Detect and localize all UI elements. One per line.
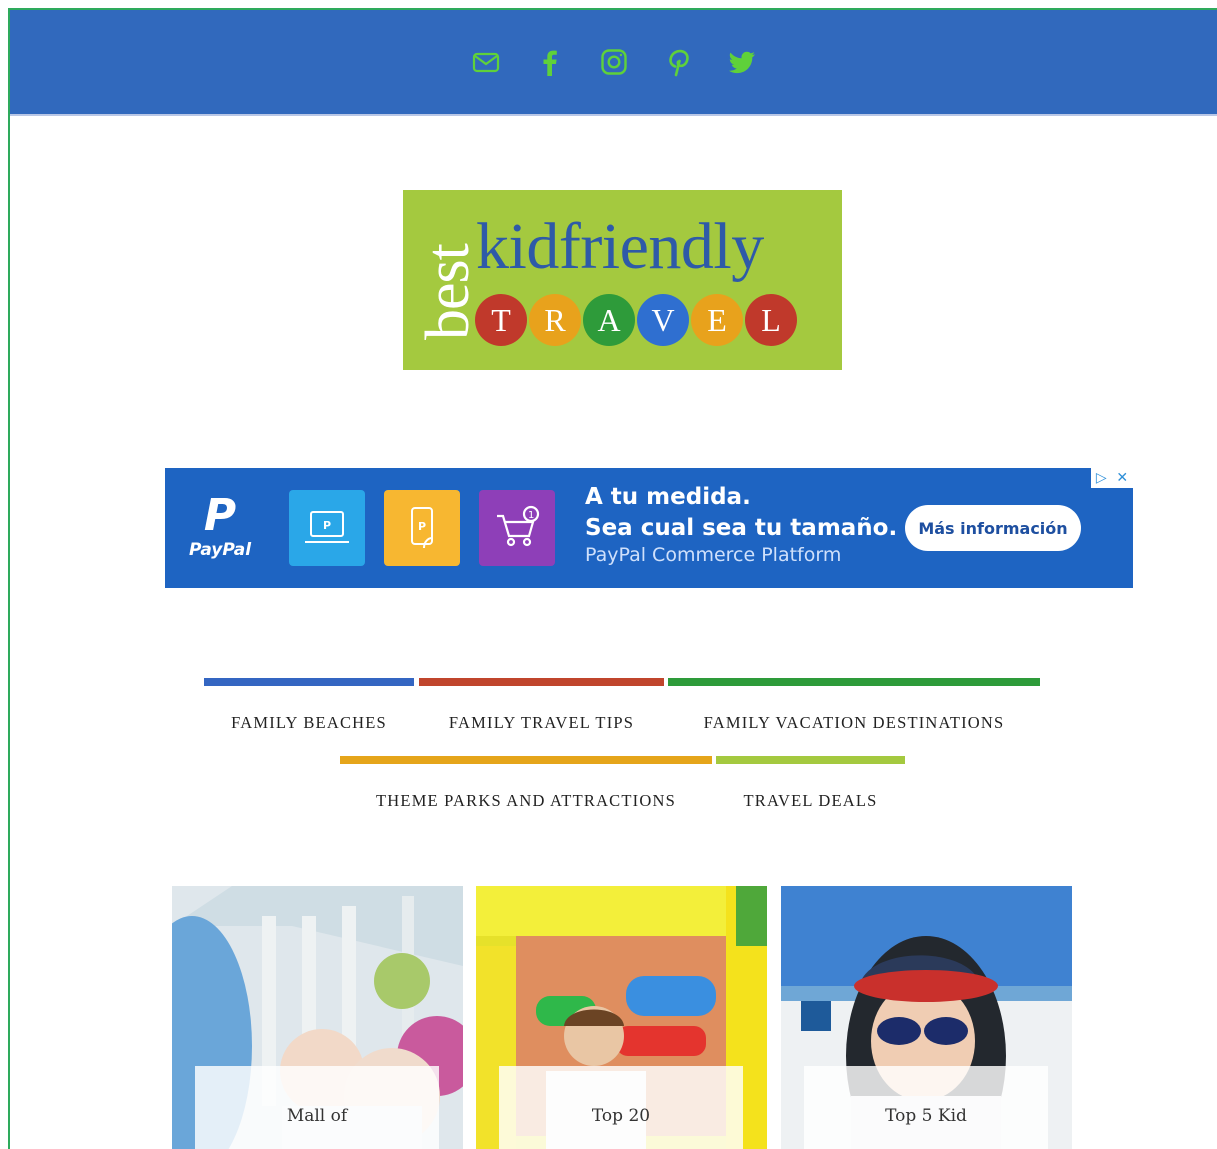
ad-subline: PayPal Commerce Platform bbox=[585, 544, 842, 566]
post-card-title: Mall of bbox=[195, 1066, 439, 1149]
post-card-title: Top 20 bbox=[499, 1066, 743, 1149]
mail-icon[interactable] bbox=[469, 45, 503, 79]
nav-color-bar bbox=[668, 678, 1040, 686]
nav-item-family-beaches[interactable]: FAMILY BEACHES bbox=[204, 678, 414, 733]
paypal-logo: P PayPal bbox=[185, 490, 255, 561]
logo-travel-circles: TRAVEL bbox=[475, 294, 797, 346]
page-frame-left bbox=[8, 8, 10, 1149]
logo-letter-t: T bbox=[475, 294, 527, 346]
adchoices-close-icon[interactable]: ✕ bbox=[1116, 471, 1128, 485]
nav-color-bar bbox=[340, 756, 712, 764]
social-bar bbox=[10, 10, 1217, 114]
nav-item-label: FAMILY TRAVEL TIPS bbox=[448, 713, 635, 732]
nav-item-label: FAMILY VACATION DESTINATIONS bbox=[703, 713, 1005, 732]
adchoices-play-icon[interactable]: ▷ bbox=[1096, 471, 1107, 485]
ad-headline: A tu medida. Sea cual sea tu tamaño. bbox=[585, 482, 897, 544]
svg-text:P: P bbox=[418, 520, 426, 533]
twitter-icon[interactable] bbox=[725, 45, 759, 79]
phone-icon: P bbox=[384, 490, 460, 566]
instagram-icon[interactable] bbox=[597, 45, 631, 79]
post-card[interactable]: Top 5 Kid bbox=[781, 886, 1072, 1149]
nav-color-bar bbox=[204, 678, 414, 686]
ad-headline-line2: Sea cual sea tu tamaño. bbox=[585, 515, 898, 541]
logo-letter-l: L bbox=[745, 294, 797, 346]
nav-item-label: FAMILY BEACHES bbox=[231, 713, 387, 732]
nav-item-family-vacation-destinations[interactable]: FAMILY VACATION DESTINATIONS bbox=[668, 678, 1040, 733]
logo-letter-e: E bbox=[691, 294, 743, 346]
post-card[interactable]: Top 20 bbox=[476, 886, 767, 1149]
shopping-cart-icon: 1 bbox=[479, 490, 555, 566]
logo-letter-a: A bbox=[583, 294, 635, 346]
nav-item-label: THEME PARKS AND ATTRACTIONS bbox=[376, 791, 676, 810]
nav-item-travel-deals[interactable]: TRAVEL DEALS bbox=[716, 756, 905, 811]
logo-best-text: best bbox=[414, 244, 482, 340]
logo-kidfriendly-text: kidfriendly bbox=[476, 210, 764, 283]
nav-color-bar bbox=[419, 678, 664, 686]
paypal-ad-banner[interactable]: P PayPal P P 1 A tu medida. Sea cual sea… bbox=[165, 468, 1133, 588]
header-divider bbox=[10, 114, 1217, 116]
ad-cta-button[interactable]: Más información bbox=[905, 505, 1081, 551]
svg-text:1: 1 bbox=[528, 510, 534, 521]
pinterest-icon[interactable] bbox=[661, 45, 695, 79]
nav-color-bar bbox=[716, 756, 905, 764]
nav-item-theme-parks[interactable]: THEME PARKS AND ATTRACTIONS bbox=[340, 756, 712, 811]
svg-text:P: P bbox=[323, 519, 331, 532]
adchoices-badge[interactable]: ▷ ✕ bbox=[1091, 468, 1133, 488]
post-card[interactable]: Mall of bbox=[172, 886, 463, 1149]
nav-item-label: TRAVEL DEALS bbox=[743, 791, 878, 810]
logo-letter-r: R bbox=[529, 294, 581, 346]
laptop-icon: P bbox=[289, 490, 365, 566]
paypal-p-icon: P bbox=[203, 490, 237, 541]
post-card-title: Top 5 Kid bbox=[804, 1066, 1048, 1149]
nav-item-family-travel-tips[interactable]: FAMILY TRAVEL TIPS bbox=[419, 678, 664, 733]
ad-headline-line1: A tu medida. bbox=[585, 484, 751, 510]
paypal-brand-text: PayPal bbox=[188, 540, 252, 560]
facebook-icon[interactable] bbox=[533, 45, 567, 79]
site-logo[interactable]: best kidfriendly TRAVEL bbox=[403, 190, 842, 370]
logo-letter-v: V bbox=[637, 294, 689, 346]
